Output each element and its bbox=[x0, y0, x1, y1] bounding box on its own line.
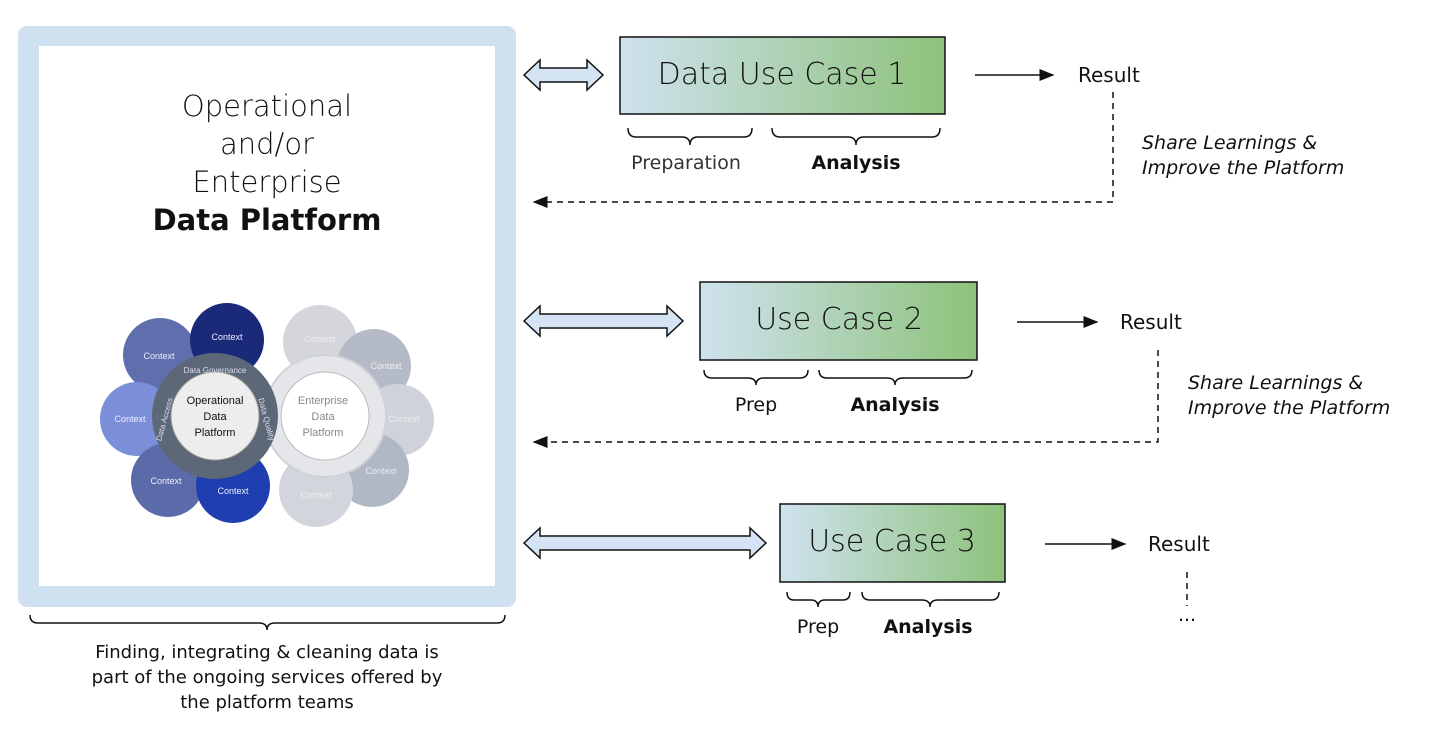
svg-text:Context: Context bbox=[304, 334, 336, 344]
svg-text:Data: Data bbox=[311, 411, 335, 423]
result-arrows bbox=[975, 69, 1127, 550]
caption-line: the platform teams bbox=[180, 692, 354, 713]
use-case-1-title: Data Use Case 1 bbox=[657, 57, 907, 92]
use-case-1-prep: Preparation bbox=[631, 152, 741, 174]
feedback-line: Share Learnings & bbox=[1142, 132, 1318, 154]
use-case-1-feedback: Share Learnings & Improve the Platform bbox=[1142, 131, 1344, 181]
title-line: Operational bbox=[181, 89, 353, 123]
use-case-2-analysis: Analysis bbox=[850, 394, 940, 416]
title-bold: Data Platform bbox=[152, 203, 382, 237]
svg-text:Platform: Platform bbox=[303, 427, 344, 439]
svg-text:Operational: Operational bbox=[187, 395, 244, 407]
double-arrow-1 bbox=[522, 58, 605, 92]
title-line: and/or bbox=[219, 127, 314, 161]
svg-text:Context: Context bbox=[143, 351, 175, 361]
feedback-line: Share Learnings & bbox=[1188, 372, 1364, 394]
use-case-3-continuation: ... bbox=[1177, 604, 1197, 626]
use-case-1-analysis: Analysis bbox=[811, 152, 901, 174]
platform-title: Operational and/or Enterprise Data Platf… bbox=[153, 87, 382, 239]
platform-caption: Finding, integrating & cleaning data is … bbox=[92, 640, 443, 715]
svg-text:Data Governance: Data Governance bbox=[184, 366, 247, 375]
use-case-1-result: Result bbox=[1078, 63, 1140, 87]
svg-text:Context: Context bbox=[211, 332, 243, 342]
svg-text:Context: Context bbox=[114, 414, 146, 424]
title-line: Enterprise bbox=[192, 165, 342, 199]
use-case-2-prep: Prep bbox=[734, 394, 778, 416]
svg-text:Context: Context bbox=[365, 466, 397, 476]
caption-line: Finding, integrating & cleaning data is bbox=[95, 642, 439, 663]
use-case-2-result: Result bbox=[1120, 310, 1182, 334]
use-case-3-result: Result bbox=[1148, 532, 1210, 556]
svg-text:Data: Data bbox=[203, 411, 227, 423]
svg-text:Platform: Platform bbox=[195, 427, 236, 439]
svg-text:Context: Context bbox=[150, 476, 182, 486]
double-arrow-2 bbox=[522, 304, 685, 338]
svg-text:Enterprise: Enterprise bbox=[298, 395, 348, 407]
feedback-line: Improve the Platform bbox=[1142, 157, 1345, 179]
caption-line: part of the ongoing services offered by bbox=[91, 667, 443, 688]
double-arrow-3 bbox=[522, 526, 768, 560]
use-case-3-analysis: Analysis bbox=[883, 616, 973, 638]
svg-text:Context: Context bbox=[300, 490, 332, 500]
feedback-line: Improve the Platform bbox=[1188, 397, 1391, 419]
platform-brace bbox=[29, 614, 506, 631]
svg-text:Context: Context bbox=[370, 361, 402, 371]
use-case-2-title: Use Case 2 bbox=[755, 302, 923, 337]
svg-text:Context: Context bbox=[217, 486, 249, 496]
svg-text:Context: Context bbox=[388, 414, 420, 424]
use-case-3-title: Use Case 3 bbox=[808, 524, 976, 559]
use-case-3-prep: Prep bbox=[796, 616, 840, 638]
use-case-2-feedback: Share Learnings & Improve the Platform bbox=[1188, 371, 1390, 421]
